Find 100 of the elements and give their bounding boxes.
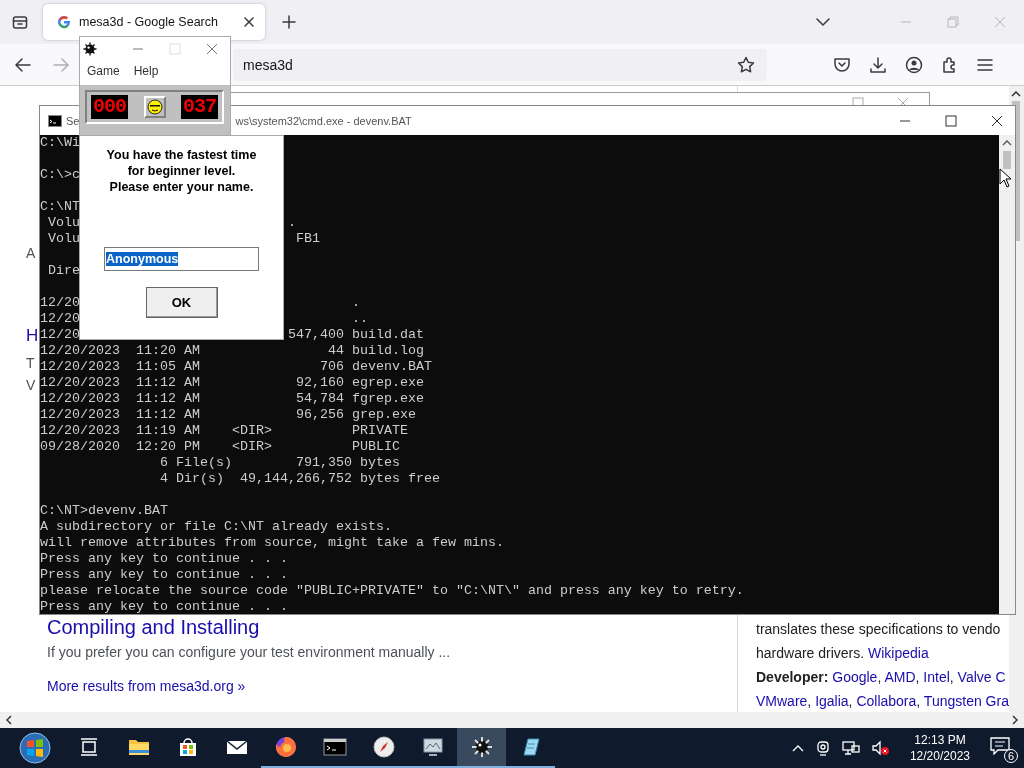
window-title: ws\system32\cmd.exe - devenv.BAT <box>235 114 412 127</box>
clock-date: 12/20/2023 <box>909 748 970 764</box>
console-text: 44 build.log <box>327 343 424 358</box>
text-fragment: T <box>26 354 35 372</box>
console-text: 791,350 bytes <box>295 455 400 470</box>
heading-fragment: H <box>26 325 39 347</box>
tab-list-icon[interactable] <box>12 14 28 30</box>
chevron-down-icon[interactable] <box>816 17 830 27</box>
close-icon[interactable] <box>243 16 255 28</box>
scrollbar-thumb[interactable] <box>1003 151 1011 169</box>
horizontal-scrollbar[interactable] <box>0 712 1024 728</box>
firefox-icon <box>273 735 298 759</box>
console-text: Volu <box>47 215 80 230</box>
developer-link[interactable]: Valve C <box>957 669 1006 685</box>
panel-text: translates these specifications to vendo <box>756 620 1002 639</box>
console-text: <DIR> <box>232 423 272 438</box>
console-text: please relocate the source code "PUBLIC+PRIVATE" to "C:\NT\" and press any key to retry. <box>40 583 744 598</box>
console-text: PUBLIC <box>351 439 400 454</box>
scroll-left-icon[interactable] <box>6 715 12 725</box>
console-text: 11:20 AM <box>136 343 200 358</box>
console-text: 12/20 <box>40 295 80 310</box>
console-text: 49,144,266,752 bytes free <box>240 471 440 486</box>
console-text: 12/20/2023 <box>40 423 120 438</box>
console-text: Volu <box>47 231 80 246</box>
muted-speaker-icon[interactable] <box>871 740 890 756</box>
more-results-link[interactable]: More results from mesa3d.org » <box>47 676 246 696</box>
new-tab-icon[interactable] <box>282 15 296 29</box>
pocket-icon[interactable] <box>833 56 851 73</box>
tab-title: mesa3d - Google Search <box>79 15 219 29</box>
console-text: 12/20/2023 <box>40 407 120 422</box>
star-icon[interactable] <box>737 55 755 74</box>
vertical-scrollbar[interactable] <box>999 135 1015 614</box>
console-text: 12/20 <box>40 327 80 342</box>
face-button[interactable] <box>143 96 166 118</box>
console-text: .. <box>351 311 368 326</box>
console-text: Press any key to continue . . . <box>40 567 288 582</box>
console-text: 11:12 AM <box>136 375 200 390</box>
timer: 037 <box>181 95 218 119</box>
menu-item[interactable]: Game <box>87 64 120 78</box>
console-text: 12/20/2023 <box>40 391 120 406</box>
network-icon[interactable] <box>841 740 860 756</box>
download-icon[interactable] <box>869 55 887 74</box>
mine-icon <box>469 735 494 759</box>
taskbar-button[interactable] <box>457 728 506 768</box>
console-text: 12/20/2023 <box>40 375 120 390</box>
start-icon[interactable] <box>19 732 51 764</box>
google-logo-icon <box>57 15 71 29</box>
clock[interactable]: 12:13 PM 12/20/2023 <box>909 732 970 764</box>
console-text: C:\>c <box>40 167 80 182</box>
ok-button[interactable]: OK <box>145 287 218 318</box>
console-text: 11:19 AM <box>136 423 200 438</box>
result-snippet: If you prefer you can configure your test environment manually ... <box>47 643 451 662</box>
notification-icon[interactable] <box>990 737 1010 755</box>
console-text: 12:20 PM <box>136 439 200 454</box>
menu-item[interactable]: Help <box>133 64 159 78</box>
window-title: Se <box>66 114 80 127</box>
console-text: 09/28/2020 <box>40 439 120 454</box>
console-text: Dire <box>47 263 80 278</box>
console-text: 11:12 AM <box>136 391 200 406</box>
compass-icon <box>371 735 396 759</box>
console-text: C:\Wi <box>40 135 80 150</box>
notification-count: 6 <box>1003 749 1018 763</box>
developer-link[interactable]: Igalia <box>815 693 849 709</box>
console-text: A subdirectory or file C:\NT already exists. <box>40 519 392 534</box>
developer-link[interactable]: Intel <box>923 669 950 685</box>
console-text: Press any key to continue . . . <box>40 551 288 566</box>
mine-counter: 000 <box>91 95 128 119</box>
close-icon[interactable] <box>991 114 1003 127</box>
console-text: C:\NT <box>40 199 80 214</box>
console-text: 54,784 fgrep.exe <box>295 391 424 406</box>
browser-tab[interactable]: mesa3d - Google Search <box>43 4 265 40</box>
console-text: 12/20/2023 <box>40 359 120 374</box>
dialog-message: You have the fastest time for beginner level. Please enter your name. <box>106 147 257 195</box>
maximize-icon <box>169 42 181 55</box>
back-icon[interactable] <box>15 57 31 72</box>
console-text: 12/20 <box>40 311 80 326</box>
console-text: Press any key to continue . . . <box>40 599 288 614</box>
source-link[interactable]: Wikipedia <box>868 645 929 661</box>
developer-link[interactable]: AMD <box>884 669 916 685</box>
developer-link[interactable]: Tungsten Gra <box>923 693 1009 709</box>
menu-icon[interactable] <box>977 57 993 72</box>
result-link[interactable]: Compiling and Installing <box>47 614 260 640</box>
scroll-up-icon[interactable] <box>1002 140 1012 146</box>
developer-link[interactable]: VMware <box>756 693 808 709</box>
maximize-icon[interactable] <box>945 114 957 127</box>
scroll-right-icon[interactable] <box>1012 715 1018 725</box>
scroll-up-icon[interactable] <box>1011 91 1022 97</box>
account-icon[interactable] <box>905 55 923 74</box>
chevron-up-icon[interactable] <box>791 744 804 752</box>
console-text: . <box>287 215 296 230</box>
name-field[interactable]: Anonymous <box>104 247 259 271</box>
mine-icon <box>83 41 97 56</box>
smiley-icon <box>146 99 163 115</box>
console-text: 6 File(s) <box>160 455 232 470</box>
console-text: FB1 <box>295 231 320 246</box>
console-text: 96,256 grep.exe <box>295 407 416 422</box>
developer-link[interactable]: Google <box>832 669 878 685</box>
panel-text: hardware drivers. Wikipedia <box>756 644 930 663</box>
webcam-icon[interactable] <box>815 740 830 756</box>
address-bar[interactable]: mesa3d <box>233 48 767 81</box>
